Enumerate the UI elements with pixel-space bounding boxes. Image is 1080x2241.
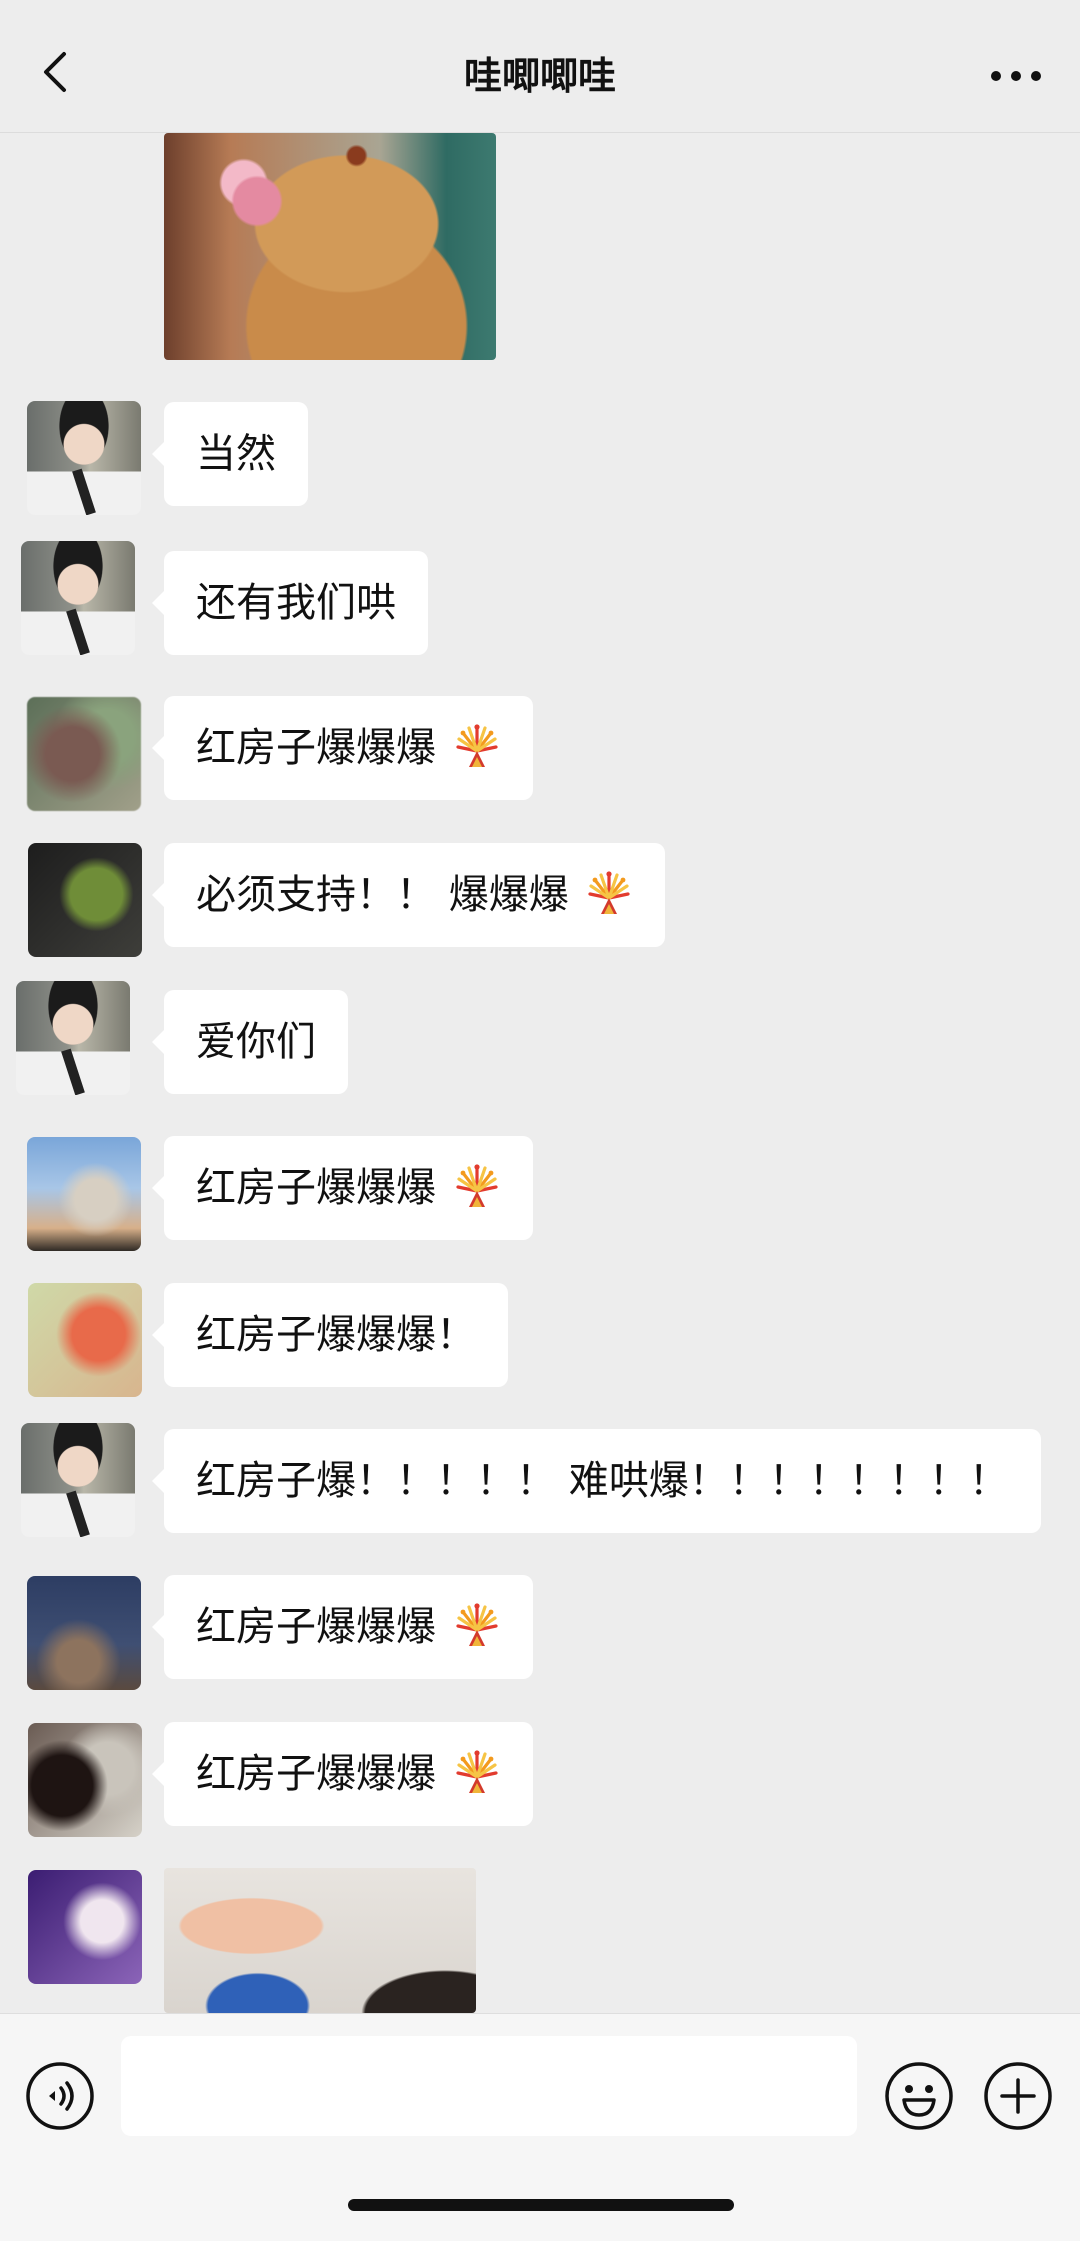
plus-button[interactable] bbox=[983, 2061, 1053, 2131]
message-bubble[interactable]: 红房子爆！！！！！ 难哄爆！！！！！！！！ bbox=[152, 1429, 1041, 1533]
avatar[interactable] bbox=[28, 1870, 142, 1984]
avatar[interactable] bbox=[27, 401, 141, 515]
message-text: 红房子爆爆爆 bbox=[196, 1165, 436, 1211]
avatar[interactable] bbox=[28, 1283, 142, 1397]
avatar[interactable] bbox=[27, 1137, 141, 1251]
more-button[interactable] bbox=[988, 56, 1044, 96]
avatar[interactable] bbox=[21, 541, 135, 655]
avatar[interactable] bbox=[27, 1576, 141, 1690]
avatar[interactable] bbox=[28, 843, 142, 957]
more-dots-icon bbox=[991, 71, 1041, 81]
fireworks-icon bbox=[588, 869, 631, 916]
fireworks-icon bbox=[456, 1601, 498, 1648]
avatar[interactable] bbox=[27, 697, 141, 811]
message-text: 还有我们哄 bbox=[196, 580, 396, 626]
message-bubble[interactable]: 红房子爆爆爆 bbox=[152, 1575, 533, 1679]
emoji-button[interactable] bbox=[884, 2061, 954, 2131]
message-input[interactable] bbox=[121, 2036, 857, 2136]
message-text: 红房子爆爆爆 bbox=[196, 725, 436, 771]
avatar[interactable] bbox=[16, 981, 130, 1095]
chat-header: 哇唧唧哇 bbox=[0, 0, 1080, 133]
avatar[interactable] bbox=[28, 1723, 142, 1837]
fireworks-icon bbox=[456, 722, 498, 769]
plus-circle-icon bbox=[984, 2062, 1052, 2130]
message-bubble[interactable]: 红房子爆爆爆！ bbox=[152, 1283, 508, 1387]
message-text: 爱你们 bbox=[196, 1019, 316, 1065]
voice-input-icon bbox=[26, 2062, 94, 2130]
message-text: 红房子爆爆爆 bbox=[196, 1751, 436, 1797]
message-text: 红房子爆爆爆 bbox=[196, 1604, 436, 1650]
message-text: 红房子爆！！！！！ 难哄爆！！！！！！！！ bbox=[196, 1458, 1009, 1504]
emoji-smile-icon bbox=[885, 2062, 953, 2130]
message-text: 当然 bbox=[196, 431, 276, 477]
home-indicator bbox=[348, 2199, 734, 2211]
fireworks-icon bbox=[456, 1162, 498, 1209]
message-bubble[interactable]: 红房子爆爆爆 bbox=[152, 1722, 533, 1826]
chat-title: 哇唧唧哇 bbox=[463, 54, 616, 98]
fireworks-icon bbox=[456, 1748, 498, 1795]
message-bubble[interactable]: 当然 bbox=[152, 402, 308, 506]
avatar[interactable] bbox=[21, 1423, 135, 1537]
message-bubble[interactable]: 还有我们哄 bbox=[152, 551, 428, 655]
message-bubble[interactable]: 必须支持！！ 爆爆爆 bbox=[151, 843, 666, 947]
raised-fist-image-message[interactable] bbox=[164, 1868, 476, 2013]
teddy-bear-image-message[interactable] bbox=[164, 133, 496, 360]
message-list[interactable]: 当然 还有我们哄 红房子爆爆爆 必须支持！！ 爆爆爆 爱你们 红房子爆爆爆 红房… bbox=[0, 133, 1080, 2013]
message-bubble[interactable]: 红房子爆爆爆 bbox=[152, 696, 533, 800]
message-bubble[interactable]: 爱你们 bbox=[152, 990, 348, 1094]
message-text: 红房子爆爆爆！ bbox=[196, 1312, 476, 1358]
message-bubble[interactable]: 红房子爆爆爆 bbox=[152, 1136, 533, 1240]
message-text: 必须支持！！ 爆爆爆 bbox=[196, 872, 569, 918]
voice-input-button[interactable] bbox=[25, 2061, 95, 2131]
